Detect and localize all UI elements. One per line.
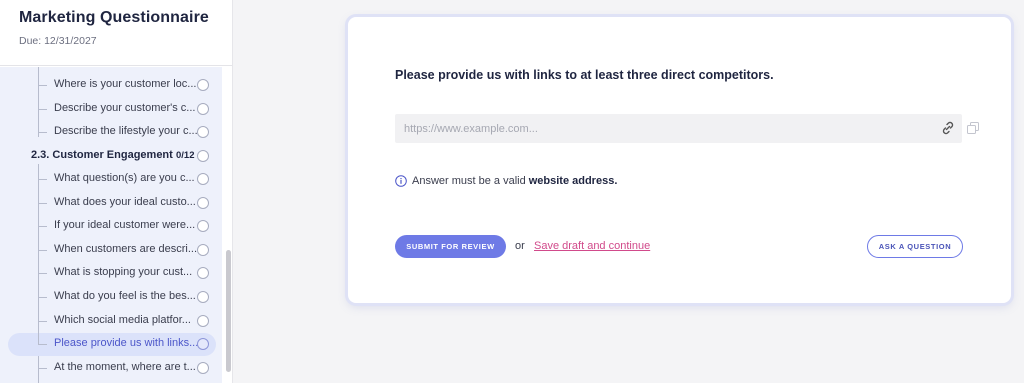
- question-item[interactable]: What question(s) are you c...: [0, 168, 222, 191]
- tree-connector: [38, 238, 47, 251]
- copy-icon[interactable]: [967, 122, 979, 134]
- question-item-label: If your ideal customer were...: [54, 219, 196, 232]
- question-item-label: What does your ideal custo...: [54, 195, 196, 208]
- circle-status-icon: [197, 102, 209, 115]
- tree-connector: [38, 97, 47, 110]
- submit-for-review-button[interactable]: SUBMIT FOR REVIEW: [395, 235, 506, 258]
- or-text: or: [515, 240, 525, 252]
- questionnaire-title: Marketing Questionnaire: [19, 9, 209, 26]
- question-item[interactable]: Where is your customer loc...: [0, 74, 222, 97]
- tree-connector: [38, 333, 47, 346]
- question-item[interactable]: Describe the lifestyle your c...: [0, 121, 222, 144]
- question-card: Please provide us with links to at least…: [348, 17, 1011, 303]
- question-item[interactable]: Please provide us with links...: [0, 333, 222, 357]
- circle-status-icon: [197, 196, 209, 209]
- question-item[interactable]: What does your ideal custo...: [0, 191, 222, 215]
- url-field[interactable]: [395, 114, 962, 143]
- section-label: 2.3. Customer Engagement: [31, 149, 173, 161]
- circle-status-icon: [197, 314, 209, 327]
- tree-connector: [38, 191, 47, 204]
- question-item-label: What do you feel is the bes...: [54, 290, 196, 302]
- question-item-label: What is stopping your cust...: [54, 266, 193, 279]
- question-item-label: At the moment, where are t...: [54, 360, 196, 373]
- tree-connector: [38, 309, 47, 322]
- question-item[interactable]: Which social media platfor...: [0, 309, 222, 333]
- question-item[interactable]: When customers are descri...: [0, 238, 222, 262]
- circle-status-icon: [197, 150, 209, 162]
- circle-status-icon: [197, 220, 209, 233]
- question-item-label: Which social media platfor...: [54, 313, 191, 326]
- circle-status-icon: [197, 173, 209, 185]
- circle-status-icon: [197, 79, 209, 91]
- validation-hint: Answer must be a valid website address.: [395, 175, 617, 187]
- tree-connector: [38, 215, 47, 228]
- section-customer-engagement[interactable]: 2.3. Customer Engagement 0/12: [0, 145, 222, 168]
- question-text: Please provide us with links to at least…: [395, 68, 774, 82]
- question-item-label: What question(s) are you c...: [54, 172, 195, 184]
- hint-text: Answer must be a valid: [412, 175, 526, 187]
- sidebar: Marketing Questionnaire Due: 12/31/2027 …: [0, 0, 233, 383]
- circle-status-icon: [197, 361, 209, 374]
- circle-status-icon: [197, 291, 209, 303]
- due-date: Due: 12/31/2027: [19, 35, 97, 47]
- info-icon: [395, 175, 407, 187]
- tree-connector: [38, 356, 47, 369]
- ask-question-button[interactable]: ASK A QUESTION: [867, 235, 963, 258]
- hint-bold: website address.: [528, 175, 618, 187]
- question-item[interactable]: What is stopping your cust...: [0, 262, 222, 285]
- circle-status-icon: [197, 126, 209, 139]
- url-input[interactable]: [395, 114, 925, 143]
- section-count: 0/12: [176, 150, 195, 161]
- tree-connector: [38, 168, 47, 180]
- question-item[interactable]: If your ideal customer were...: [0, 215, 222, 238]
- question-item-label: Where is your customer loc...: [54, 78, 197, 90]
- save-draft-link[interactable]: Save draft and continue: [534, 240, 650, 252]
- question-item[interactable]: Describe your customer's c...: [0, 97, 222, 121]
- circle-status-icon: [197, 243, 209, 256]
- question-item[interactable]: What do you feel is the bes...: [0, 286, 222, 309]
- tree-connector: [38, 121, 47, 134]
- sidebar-scrollbar[interactable]: [226, 250, 231, 372]
- sidebar-header: Marketing Questionnaire Due: 12/31/2027: [0, 0, 232, 66]
- question-item[interactable]: At the moment, where are t...: [0, 356, 222, 380]
- tree-connector: [38, 74, 47, 86]
- question-item-label: Describe your customer's c...: [54, 101, 196, 114]
- question-item-label: Describe the lifestyle your c...: [54, 125, 198, 138]
- question-item-label: When customers are descri...: [54, 242, 198, 255]
- tree-connector: [38, 262, 47, 275]
- tree-connector: [38, 286, 47, 298]
- question-item-label: Please provide us with links...: [54, 337, 199, 350]
- question-tree: Where is your customer loc... Describe yo…: [0, 67, 222, 383]
- circle-status-icon: [197, 267, 209, 280]
- link-icon[interactable]: [940, 120, 956, 136]
